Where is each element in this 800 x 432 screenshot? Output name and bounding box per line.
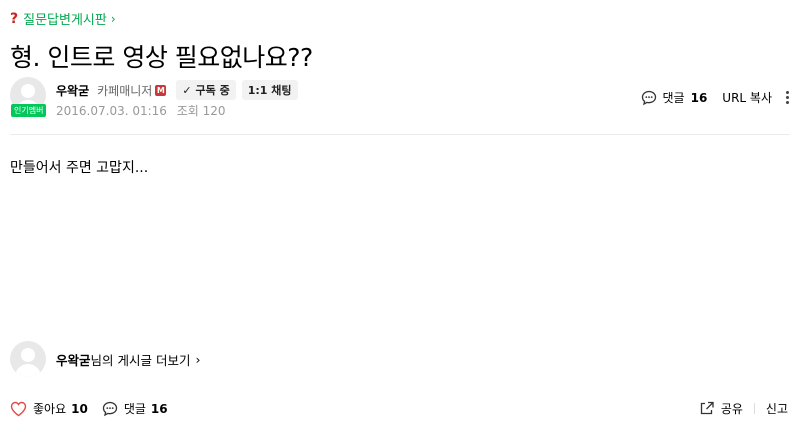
profile-avatar[interactable] bbox=[10, 341, 46, 377]
chevron-right-icon: › bbox=[195, 352, 201, 367]
comment-link-count: 16 bbox=[690, 90, 708, 105]
report-button[interactable]: 신고 bbox=[766, 400, 788, 417]
board-name: 질문답변게시판 bbox=[23, 13, 107, 28]
avatar-head-shape bbox=[21, 348, 35, 362]
bottom-comment-label: 댓글 bbox=[123, 402, 146, 416]
divider bbox=[753, 403, 755, 414]
comment-link-label: 댓글 bbox=[662, 91, 685, 105]
like-label: 좋아요 bbox=[33, 402, 67, 416]
more-posts-link[interactable]: 우왁굳 님의 게시글 더보기 › bbox=[56, 350, 200, 369]
subscribe-button[interactable]: ✓ 구독 중 bbox=[176, 80, 236, 100]
check-icon: ✓ bbox=[182, 84, 192, 97]
post-content: 만들어서 주면 고맙지... bbox=[10, 160, 149, 176]
heart-icon bbox=[10, 401, 27, 416]
author-role: 카페매니저 bbox=[97, 83, 153, 98]
header-divider bbox=[10, 134, 790, 135]
share-icon bbox=[700, 401, 714, 415]
manager-icon: M bbox=[155, 84, 167, 96]
more-posts-label: 님의 게시글 더보기 bbox=[90, 353, 191, 368]
chat-button[interactable]: 1:1 채팅 bbox=[241, 80, 298, 100]
more-posts-author: 우왁굳 bbox=[56, 353, 91, 368]
share-button[interactable]: 공유 bbox=[699, 400, 743, 417]
bottom-comment-button[interactable]: 댓글 16 bbox=[102, 400, 168, 417]
more-options-icon[interactable] bbox=[784, 90, 790, 105]
chevron-right-icon: › bbox=[110, 11, 116, 26]
comment-bubble-icon bbox=[102, 401, 117, 416]
post-date: 2016.07.03. 01:16 bbox=[56, 104, 167, 118]
view-count: 조회 120 bbox=[176, 104, 226, 118]
post-actions: 댓글 16 URL 복사 bbox=[641, 89, 791, 106]
member-level-badge: 인기멤버 bbox=[11, 104, 47, 117]
comment-link[interactable]: 댓글 16 bbox=[641, 89, 708, 106]
comment-bubble-icon bbox=[641, 90, 656, 105]
question-mark-icon: ? bbox=[10, 10, 19, 27]
avatar-head-shape bbox=[21, 84, 35, 98]
avatar-body-shape bbox=[15, 364, 41, 377]
author-name[interactable]: 우왁굳 bbox=[56, 82, 89, 99]
post-meta: 2016.07.03. 01:16 조회 120 bbox=[56, 102, 226, 119]
share-label: 공유 bbox=[720, 402, 743, 416]
reaction-bar: 좋아요 10 댓글 16 bbox=[10, 400, 168, 417]
subscribe-label: 구독 중 bbox=[195, 84, 230, 97]
share-report-bar: 공유 신고 bbox=[699, 400, 788, 417]
author-line: 우왁굳 카페매니저 M ✓ 구독 중 1:1 채팅 bbox=[56, 80, 304, 100]
like-button[interactable]: 좋아요 10 bbox=[10, 400, 88, 417]
url-copy-button[interactable]: URL 복사 bbox=[722, 89, 772, 106]
post-title: 형. 인트로 영상 필요없나요?? bbox=[10, 43, 313, 72]
like-count: 10 bbox=[71, 401, 88, 416]
board-breadcrumb-link[interactable]: ? 질문답변게시판 › bbox=[10, 9, 116, 29]
bottom-comment-count: 16 bbox=[150, 401, 168, 416]
